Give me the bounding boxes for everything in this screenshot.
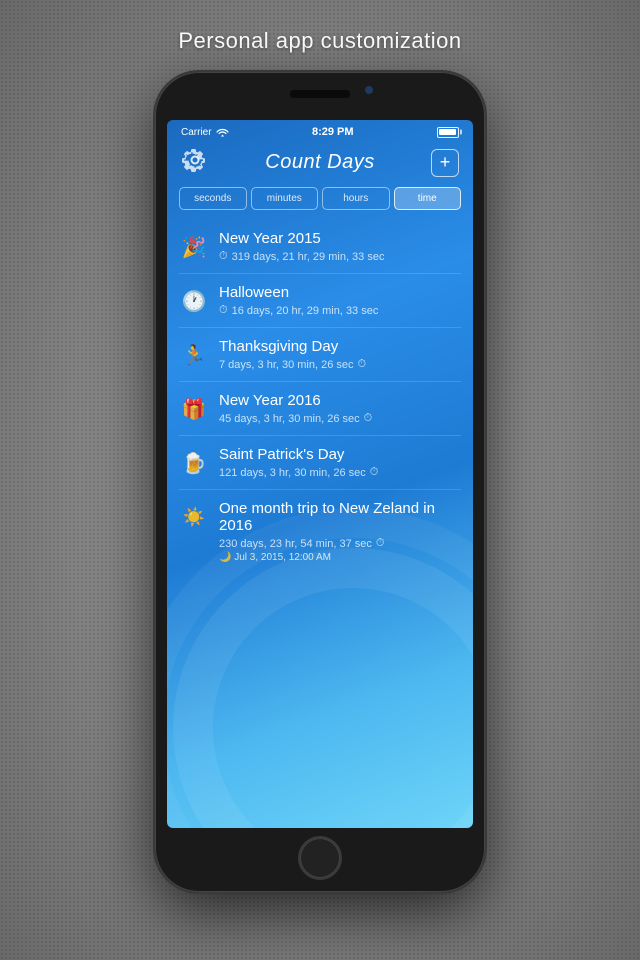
event-name: Saint Patrick's Day xyxy=(219,446,461,463)
event-content-new-year-2015: New Year 2015 ⏱ 319 days, 21 hr, 29 min,… xyxy=(219,230,461,263)
tab-seconds[interactable]: seconds xyxy=(179,187,247,210)
tab-bar: seconds minutes hours time xyxy=(167,187,473,220)
event-list: 🎉 New Year 2015 ⏱ 319 days, 21 hr, 29 mi… xyxy=(167,220,473,810)
event-time: ⏱ 319 days, 21 hr, 29 min, 33 sec xyxy=(219,250,461,263)
event-icon-thanksgiving: 🏃 xyxy=(179,340,209,370)
status-time: 8:29 PM xyxy=(312,126,354,138)
phone-speaker xyxy=(290,90,350,98)
event-content-new-year-2016: New Year 2016 45 days, 3 hr, 30 min, 26 … xyxy=(219,392,461,425)
event-duration: 16 days, 20 hr, 29 min, 33 sec xyxy=(232,305,379,317)
event-duration: 121 days, 3 hr, 30 min, 26 sec xyxy=(219,467,366,479)
wifi-icon xyxy=(216,127,229,137)
settings-button[interactable] xyxy=(181,146,209,179)
event-duration: 45 days, 3 hr, 30 min, 26 sec xyxy=(219,413,360,425)
event-name: Halloween xyxy=(219,284,461,301)
event-name: New Year 2016 xyxy=(219,392,461,409)
event-time: ⏱ 16 days, 20 hr, 29 min, 33 sec xyxy=(219,304,461,317)
clock-icon: ⏱ xyxy=(370,466,379,479)
list-item[interactable]: 🍺 Saint Patrick's Day 121 days, 3 hr, 30… xyxy=(179,436,461,490)
event-icon-saint-patricks: 🍺 xyxy=(179,448,209,478)
list-item[interactable]: ☀️ One month trip to New Zeland in 2016 … xyxy=(179,490,461,573)
phone-camera xyxy=(365,86,373,94)
event-icon-new-year-2015: 🎉 xyxy=(179,232,209,262)
app-title: Count Days xyxy=(265,151,375,174)
event-content-thanksgiving: Thanksgiving Day 7 days, 3 hr, 30 min, 2… xyxy=(219,338,461,371)
event-content-saint-patricks: Saint Patrick's Day 121 days, 3 hr, 30 m… xyxy=(219,446,461,479)
battery-fill xyxy=(439,129,456,135)
event-icon-new-year-2016: 🎁 xyxy=(179,394,209,424)
list-item[interactable]: 🎉 New Year 2015 ⏱ 319 days, 21 hr, 29 mi… xyxy=(179,220,461,274)
event-time: 230 days, 23 hr, 54 min, 37 sec ⏱ xyxy=(219,537,461,550)
tab-time[interactable]: time xyxy=(394,187,462,210)
battery-icon xyxy=(437,127,459,138)
list-item[interactable]: 🏃 Thanksgiving Day 7 days, 3 hr, 30 min,… xyxy=(179,328,461,382)
list-item[interactable]: 🕐 Halloween ⏱ 16 days, 20 hr, 29 min, 33… xyxy=(179,274,461,328)
tab-hours[interactable]: hours xyxy=(322,187,390,210)
clock-icon: ⏱ xyxy=(219,304,228,317)
page-title: Personal app customization xyxy=(178,28,461,54)
clock-icon: ⏱ xyxy=(376,537,385,550)
event-time: 7 days, 3 hr, 30 min, 26 sec ⏱ xyxy=(219,358,461,371)
event-duration: 7 days, 3 hr, 30 min, 26 sec xyxy=(219,359,354,371)
clock-icon: ⏱ xyxy=(364,412,373,425)
phone-screen: Carrier 8:29 PM xyxy=(167,120,473,828)
phone-shell: Carrier 8:29 PM xyxy=(155,72,485,892)
event-icon-nz-trip: ☀️ xyxy=(179,502,209,532)
carrier-label: Carrier xyxy=(181,127,229,138)
battery-bar xyxy=(437,127,459,138)
list-item[interactable]: 🎁 New Year 2016 45 days, 3 hr, 30 min, 2… xyxy=(179,382,461,436)
event-sub-date: 🌙 Jul 3, 2015, 12:00 AM xyxy=(219,552,461,563)
tab-minutes[interactable]: minutes xyxy=(251,187,319,210)
event-name: One month trip to New Zeland in 2016 xyxy=(219,500,461,534)
gear-icon xyxy=(181,146,209,174)
event-icon-halloween: 🕐 xyxy=(179,286,209,316)
event-duration: 230 days, 23 hr, 54 min, 37 sec xyxy=(219,538,372,550)
event-time: 121 days, 3 hr, 30 min, 26 sec ⏱ xyxy=(219,466,461,479)
clock-icon: ⏱ xyxy=(219,250,228,263)
event-duration: 319 days, 21 hr, 29 min, 33 sec xyxy=(232,251,385,263)
event-name: Thanksgiving Day xyxy=(219,338,461,355)
event-content-nz-trip: One month trip to New Zeland in 2016 230… xyxy=(219,500,461,563)
event-time: 45 days, 3 hr, 30 min, 26 sec ⏱ xyxy=(219,412,461,425)
status-bar: Carrier 8:29 PM xyxy=(167,120,473,142)
app-header: Count Days + xyxy=(167,142,473,187)
event-name: New Year 2015 xyxy=(219,230,461,247)
event-content-halloween: Halloween ⏱ 16 days, 20 hr, 29 min, 33 s… xyxy=(219,284,461,317)
clock-icon: ⏱ xyxy=(358,358,367,371)
add-event-button[interactable]: + xyxy=(431,149,459,177)
carrier-text: Carrier xyxy=(181,127,212,138)
home-button[interactable] xyxy=(298,836,342,880)
